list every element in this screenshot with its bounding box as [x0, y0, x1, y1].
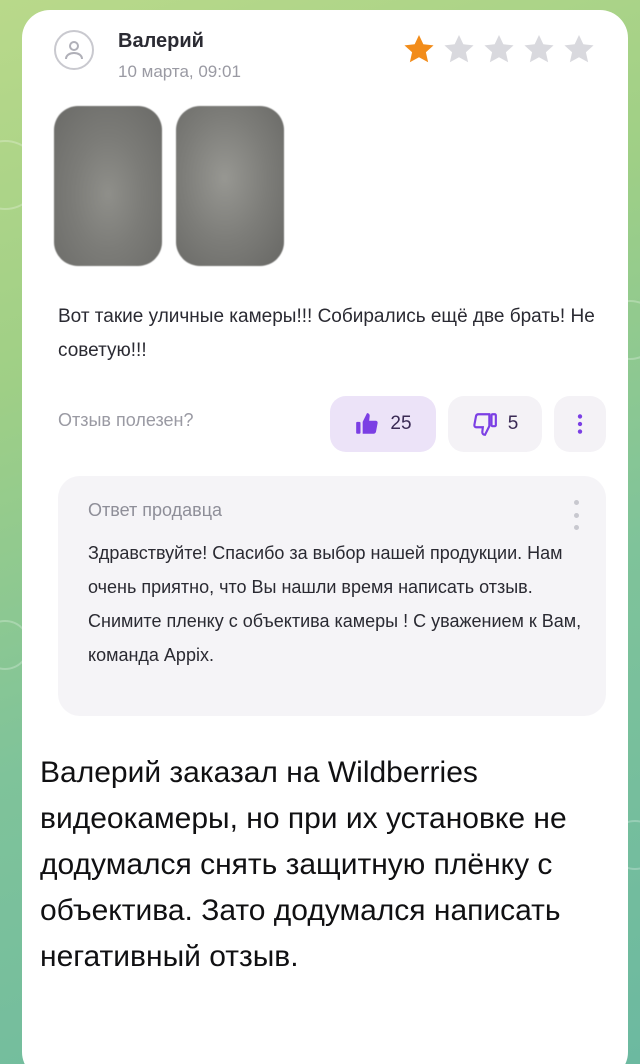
dislike-count: 5 [507, 413, 519, 434]
thumbs-down-icon [472, 413, 497, 436]
helpful-label: Отзыв полезен? [58, 410, 194, 430]
seller-reply: Ответ продавца Здравствуйте! Спасибо за … [58, 476, 606, 716]
star-empty-icon [564, 35, 594, 63]
more-vertical-icon [577, 414, 583, 434]
like-button[interactable]: 25 [330, 396, 436, 452]
review-date: 10 марта, 09:01 [118, 62, 241, 81]
star-filled-icon [404, 35, 434, 63]
review-photo-1[interactable] [54, 106, 162, 266]
thumbs-up-icon [356, 413, 379, 434]
seller-reply-title: Ответ продавца [88, 500, 223, 520]
user-icon [65, 41, 83, 60]
post-caption: Валерий заказал на Wildberries видеокаме… [40, 756, 567, 973]
avatar[interactable] [54, 30, 94, 70]
reply-more-icon[interactable] [572, 500, 580, 530]
star-empty-icon [484, 35, 514, 63]
seller-reply-text: Здравствуйте! Спасибо за выбор нашей про… [88, 543, 582, 665]
author-name: Валерий [118, 30, 204, 52]
review-text: Вот такие уличные камеры!!! Собирались е… [58, 306, 595, 361]
star-empty-icon [524, 35, 554, 63]
like-count: 25 [390, 413, 412, 434]
rating-stars [400, 32, 598, 68]
review-photo-2[interactable] [176, 106, 284, 266]
star-empty-icon [444, 35, 474, 63]
dislike-button[interactable]: 5 [448, 396, 542, 452]
more-options-button[interactable] [554, 396, 606, 452]
review-card: Валерий 10 марта, 09:01 Вот такие уличны… [22, 10, 628, 1064]
